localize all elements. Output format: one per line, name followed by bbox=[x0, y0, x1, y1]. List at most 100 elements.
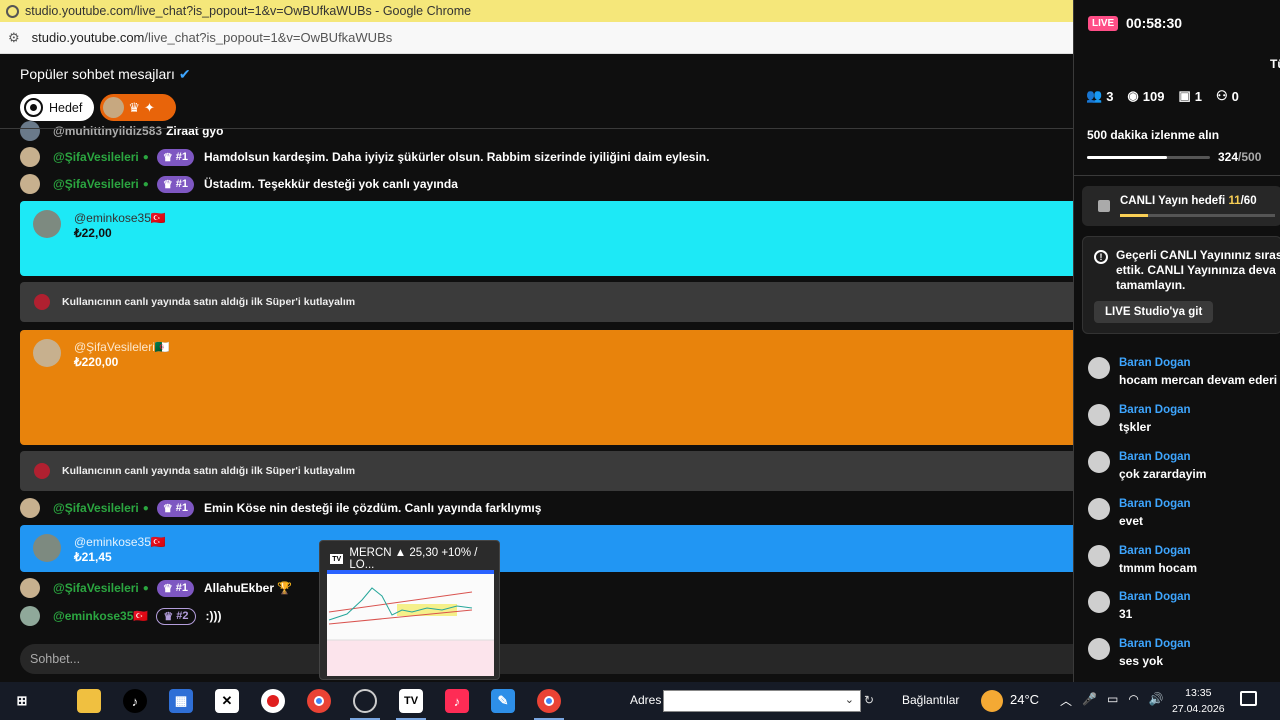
info-icon: ! bbox=[1094, 250, 1108, 264]
avatar bbox=[1088, 545, 1110, 567]
refresh-icon[interactable]: ↻ bbox=[864, 693, 874, 707]
gift-icon: ▣ bbox=[1178, 88, 1191, 103]
sparkle-icon: ✦ bbox=[144, 99, 155, 115]
first-super-banner: Kullanıcının canlı yayında satın aldığı … bbox=[20, 451, 1073, 491]
celebration-icon bbox=[34, 294, 50, 310]
live-badge: LIVE bbox=[1088, 16, 1119, 31]
rank-badge: ♛ #1 bbox=[156, 175, 194, 193]
live-chat-pane: Popüler sohbet mesajları ✔ Hedef ♛ ✦ @muh… bbox=[0, 54, 1073, 682]
target-icon bbox=[24, 98, 43, 117]
chat-message[interactable]: @muhittinyildiz583 Ziraat gyo bbox=[20, 120, 223, 142]
concurrent-viewers: 👥 3 bbox=[1086, 88, 1114, 104]
window-title: studio.youtube.com/live_chat?is_popout=1… bbox=[25, 4, 472, 18]
truncated-label[interactable]: Tü bbox=[1270, 57, 1280, 71]
avatar bbox=[20, 606, 40, 626]
member-badge-icon: ● bbox=[142, 151, 149, 163]
chrome-icon[interactable] bbox=[537, 689, 561, 713]
chevron-down-icon[interactable]: ⌄ bbox=[845, 693, 854, 706]
address-bar[interactable]: ⚙ studio.youtube.com/live_chat?is_popout… bbox=[0, 22, 1073, 54]
avatar bbox=[33, 210, 61, 238]
live-timer: 00:58:30 bbox=[1126, 15, 1183, 31]
tradingview-icon: TV bbox=[330, 554, 344, 564]
capcut-icon[interactable]: ✕ bbox=[215, 689, 239, 713]
tradingview-icon[interactable]: TV bbox=[399, 689, 423, 713]
divider bbox=[1074, 175, 1280, 176]
gifts-count: ▣ 1 bbox=[1178, 88, 1202, 104]
store-icon[interactable]: ▦ bbox=[169, 689, 193, 713]
preview-thumbnail[interactable] bbox=[327, 570, 494, 676]
taskbar-preview[interactable]: TV MERCN ▲ 25,30 +10% / LO... bbox=[319, 540, 500, 680]
chat-header[interactable]: Popüler sohbet mesajları ✔ bbox=[20, 66, 191, 83]
rank-badge: ♛ #1 bbox=[156, 148, 194, 166]
supporters-chip[interactable]: ♛ ✦ bbox=[100, 94, 177, 121]
goal-chip[interactable]: Hedef bbox=[20, 94, 95, 121]
avatar bbox=[20, 578, 40, 598]
site-settings-icon[interactable]: ⚙ bbox=[8, 30, 20, 46]
live-goal-label: CANLI Yayın hedefi 11/60 bbox=[1120, 195, 1257, 207]
tiktok-live-icon[interactable]: ♪ bbox=[445, 689, 469, 713]
avatar bbox=[103, 97, 125, 118]
live-studio-button[interactable]: LIVE Studio'ya git bbox=[1094, 301, 1214, 323]
super-chat[interactable]: @ŞifaVesileleri🇩🇿 ₺220,00 bbox=[20, 330, 1073, 445]
rank-badge: ♛ #2 bbox=[156, 607, 196, 625]
file-explorer-icon[interactable] bbox=[77, 689, 101, 713]
views-count: ◉ 109 bbox=[1127, 88, 1165, 104]
temperature[interactable]: 24°C bbox=[1010, 692, 1039, 707]
stats-row: 👥 3 ◉ 109 ▣ 1 ⚇ 0 bbox=[1086, 88, 1239, 104]
avatar bbox=[1088, 498, 1110, 520]
avatar bbox=[1088, 638, 1110, 660]
chat-message[interactable]: @ŞifaVesileleri ● ♛ #1 Üstadım. Teşekkür… bbox=[20, 173, 458, 195]
avatar bbox=[20, 174, 40, 194]
weather-icon[interactable] bbox=[981, 690, 1003, 712]
microphone-icon[interactable]: 🎤 bbox=[1082, 692, 1097, 709]
member-badge-icon: ● bbox=[142, 502, 149, 514]
crown-icon: ♛ bbox=[128, 99, 141, 115]
network-icon[interactable]: ▭ bbox=[1107, 692, 1118, 709]
goal-value: 324/500 bbox=[1218, 150, 1262, 164]
chart-thumbnail bbox=[327, 570, 494, 676]
speed-icon[interactable] bbox=[353, 689, 377, 713]
super-chat[interactable]: @eminkose35🇹🇷 ₺22,00 bbox=[20, 201, 1073, 276]
address-toolbar-label: Adres bbox=[630, 693, 662, 707]
warning-card: ! Geçerli CANLI Yayınınız sırası ettik. … bbox=[1082, 236, 1280, 334]
super-chat[interactable]: @eminkose35🇹🇷 ₺21,45 bbox=[20, 525, 1073, 572]
divider bbox=[0, 128, 1073, 129]
chat-message[interactable]: @ŞifaVesileleri ● ♛ #1 AllahuEkber 🏆 bbox=[20, 577, 292, 599]
chat-chips: Hedef ♛ ✦ bbox=[20, 94, 177, 121]
eye-icon: ◉ bbox=[1127, 88, 1139, 103]
links-toolbar[interactable]: Bağlantılar bbox=[902, 693, 959, 707]
record-icon[interactable] bbox=[261, 689, 285, 713]
chat-message[interactable]: @eminkose35🇹🇷 ♛ #2 :))) bbox=[20, 605, 222, 627]
person-add-icon: ⚇ bbox=[1216, 88, 1228, 103]
url-text[interactable]: studio.youtube.com/live_chat?is_popout=1… bbox=[32, 30, 393, 45]
rank-badge: ♛ #1 bbox=[156, 499, 194, 517]
goal-title: 500 dakika izlenme alın bbox=[1087, 128, 1220, 142]
avatar bbox=[33, 339, 61, 367]
chat-input[interactable]: Sohbet... bbox=[20, 644, 1073, 674]
taskbar: ⊞ ♪ ▦ ✕ TV ♪ ✎ Adres ⌄ ↻ Bağlantılar 24°… bbox=[0, 682, 1280, 720]
avatar bbox=[20, 498, 40, 518]
avatar bbox=[20, 147, 40, 167]
address-toolbar-input[interactable]: ⌄ bbox=[663, 690, 861, 712]
chrome-icon[interactable] bbox=[307, 689, 331, 713]
wifi-icon[interactable]: ◠ bbox=[1128, 692, 1138, 709]
windows-start-icon[interactable]: ⊞ bbox=[10, 689, 34, 713]
notification-icon[interactable] bbox=[1240, 691, 1257, 706]
live-goal-card[interactable]: CANLI Yayın hedefi 11/60 bbox=[1082, 186, 1280, 226]
volume-icon[interactable]: 🔊 bbox=[1149, 692, 1164, 709]
celebration-icon bbox=[34, 463, 50, 479]
goal-icon bbox=[1098, 200, 1110, 212]
whiteboard-icon[interactable]: ✎ bbox=[491, 689, 515, 713]
member-badge-icon: ● bbox=[142, 178, 149, 190]
chevron-up-icon[interactable]: ︿ bbox=[1060, 692, 1072, 709]
avatar bbox=[1088, 357, 1110, 379]
chat-message[interactable]: @ŞifaVesileleri ● ♛ #1 Emin Köse nin des… bbox=[20, 497, 541, 519]
avatar bbox=[1088, 591, 1110, 613]
tiktok-icon[interactable]: ♪ bbox=[123, 689, 147, 713]
live-goal-fill bbox=[1120, 214, 1149, 217]
chrome-icon bbox=[6, 4, 19, 18]
clock[interactable]: 13:35 27.04.2026 bbox=[1172, 685, 1225, 717]
avatar bbox=[1088, 404, 1110, 426]
avatar bbox=[1088, 451, 1110, 473]
chat-message[interactable]: @ŞifaVesileleri ● ♛ #1 Hamdolsun kardeşi… bbox=[20, 146, 709, 168]
